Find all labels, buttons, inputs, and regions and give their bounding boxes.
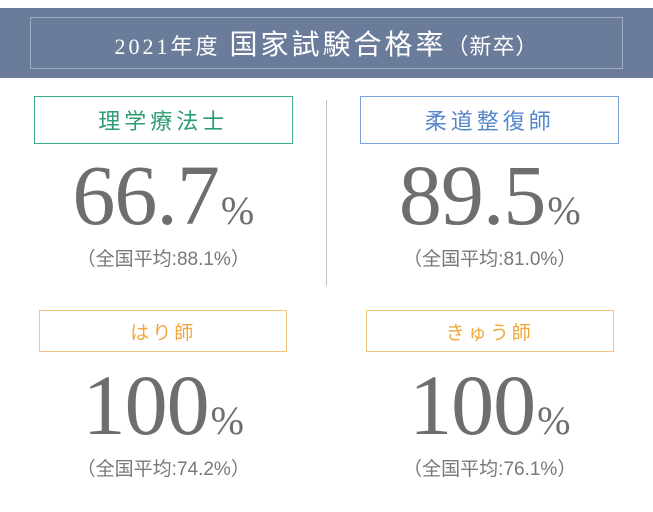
stat-card-moxibustionist: きゅう師 100 % （全国平均:76.1%） xyxy=(327,310,653,510)
stat-card-national-average: （全国平均:81.0%） xyxy=(403,249,577,270)
stat-card-label: 柔道整復師 xyxy=(360,96,620,144)
page-title: 2021年度 国家試験合格率 （新卒） xyxy=(114,23,538,63)
pass-rate-infographic: 2021年度 国家試験合格率 （新卒） 理学療法士 66.7 % （全国平均:8… xyxy=(0,0,653,512)
percent-sign: % xyxy=(547,188,581,233)
stat-card-physical-therapist: 理学療法士 66.7 % （全国平均:88.1%） xyxy=(0,96,327,301)
stat-card-value: 66.7 % xyxy=(72,152,254,238)
stat-card-national-average: （全国平均:74.2%） xyxy=(76,459,250,480)
stat-card-label: きゅう師 xyxy=(365,310,614,352)
stat-value-number: 89.5 xyxy=(398,147,546,243)
stat-card-judo-therapist: 柔道整復師 89.5 % （全国平均:81.0%） xyxy=(327,96,653,301)
title-main: 国家試験合格率 xyxy=(229,30,447,61)
stat-card-label: 理学療法士 xyxy=(33,96,293,144)
stat-card-value: 89.5 % xyxy=(399,152,581,238)
percent-sign: % xyxy=(220,188,255,233)
percent-sign: % xyxy=(210,398,244,443)
stat-card-value: 100 % xyxy=(409,362,570,448)
stat-value-number: 66.7 xyxy=(72,147,219,243)
card-row-top: 理学療法士 66.7 % （全国平均:88.1%） 柔道整復師 89.5 % （… xyxy=(0,96,653,301)
header-banner: 2021年度 国家試験合格率 （新卒） xyxy=(0,8,653,78)
stat-value-number: 100 xyxy=(82,357,210,453)
stat-card-label: はり師 xyxy=(39,310,288,352)
stat-card-value: 100 % xyxy=(83,362,244,448)
stat-value-number: 100 xyxy=(409,357,536,453)
stat-card-acupuncturist: はり師 100 % （全国平均:74.2%） xyxy=(0,310,327,510)
title-year: 2021年度 xyxy=(114,34,221,59)
card-row-bottom: はり師 100 % （全国平均:74.2%） きゅう師 100 % （全国平均:… xyxy=(0,310,653,510)
percent-sign: % xyxy=(537,398,571,443)
stat-card-national-average: （全国平均:88.1%） xyxy=(76,249,250,270)
title-suffix: （新卒） xyxy=(446,34,539,59)
stat-card-national-average: （全国平均:76.1%） xyxy=(403,459,577,480)
